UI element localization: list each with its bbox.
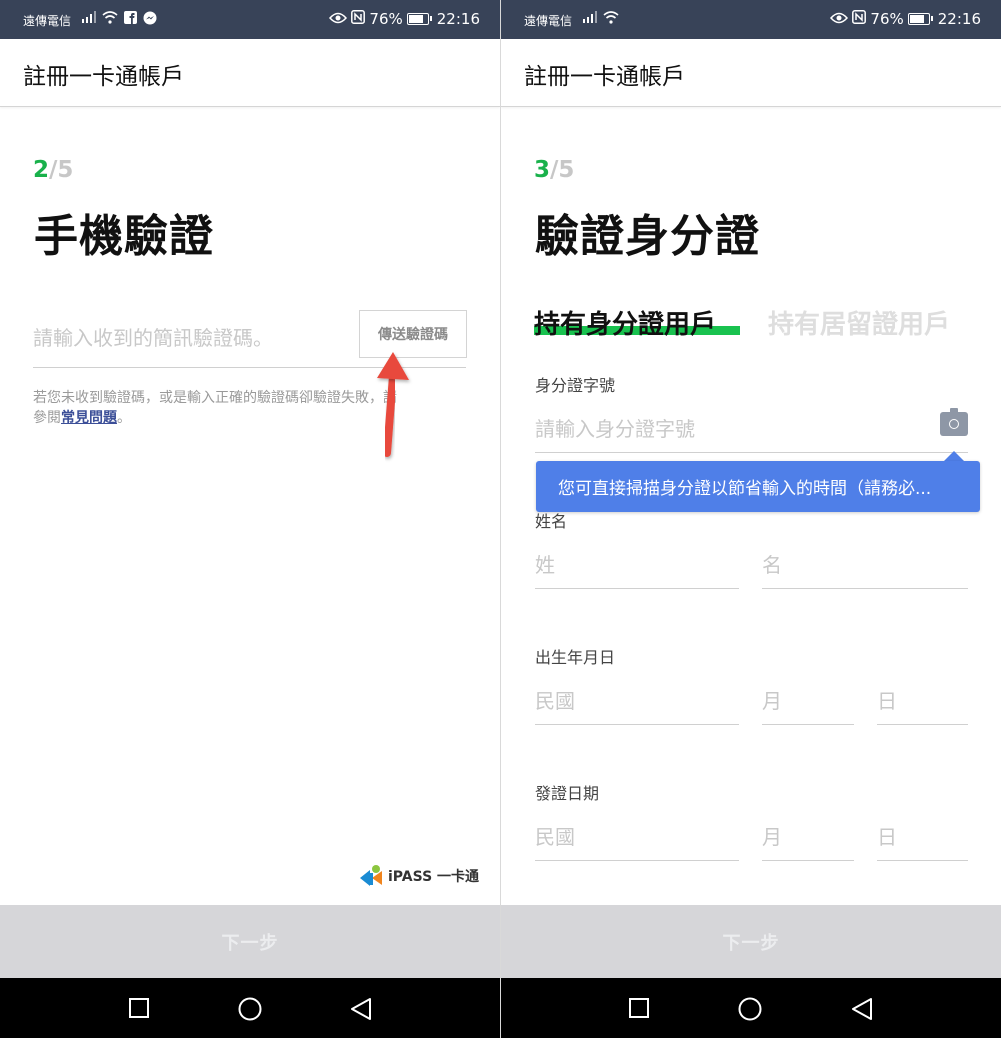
given-name-placeholder: 名 <box>762 553 782 577</box>
app-bar: 註冊一卡通帳戶 <box>501 39 1001 107</box>
red-arrow-annotation <box>377 352 409 457</box>
surname-input[interactable]: 姓 <box>535 542 739 589</box>
recents-icon[interactable] <box>629 998 649 1022</box>
scan-id-tooltip[interactable]: 您可直接掃描身分證以節省輸入的時間（請務必... <box>536 461 980 512</box>
id-verification-screen: 遠傳電信 76% 22:16 註冊一卡通帳戶 3/5 驗證身分證 <box>501 0 1001 1038</box>
page-title: 驗證身分證 <box>535 211 760 262</box>
home-icon[interactable] <box>738 997 762 1025</box>
birth-day-input[interactable]: 日 <box>877 678 968 725</box>
given-name-input[interactable]: 名 <box>762 542 968 589</box>
step-indicator: 2/5 <box>33 157 73 183</box>
verification-code-placeholder: 請輸入收到的簡訊驗證碼。 <box>33 326 273 350</box>
step-total: /5 <box>550 157 575 183</box>
birth-month-placeholder: 月 <box>762 689 782 713</box>
id-number-input[interactable]: 請輸入身分證字號 <box>535 405 968 453</box>
back-icon[interactable] <box>851 997 873 1025</box>
back-icon[interactable] <box>350 997 372 1025</box>
tab-resident-permit-holder[interactable]: 持有居留證用戶 <box>768 304 950 341</box>
help-line1: 若您未收到驗證碼，或是輸入正確的驗證碼卻驗證失敗，請 <box>33 390 397 406</box>
camera-icon[interactable] <box>940 408 968 436</box>
battery-icon <box>406 13 432 25</box>
issue-year-input[interactable]: 民國 <box>535 814 739 861</box>
ipass-logo: iPASS 一卡通 <box>360 865 479 887</box>
next-step-button[interactable]: 下一步 <box>501 905 1001 978</box>
status-bar: 遠傳電信 76% 22:16 <box>501 0 1001 39</box>
carrier-label: 遠傳電信 <box>524 14 573 28</box>
next-step-button[interactable]: 下一步 <box>0 905 500 978</box>
id-number-placeholder: 請輸入身分證字號 <box>535 417 695 441</box>
step-indicator: 3/5 <box>534 157 574 183</box>
eye-comfort-icon <box>329 10 348 28</box>
wifi-icon <box>603 11 619 28</box>
facebook-icon <box>124 11 137 28</box>
nav-bar <box>501 978 1001 1038</box>
issue-day-input[interactable]: 日 <box>877 814 968 861</box>
clock: 22:16 <box>937 10 981 28</box>
birth-day-placeholder: 日 <box>877 689 897 713</box>
status-bar: 遠傳電信 76% 22:16 <box>0 0 500 39</box>
carrier-label: 遠傳電信 <box>23 14 72 28</box>
surname-placeholder: 姓 <box>535 553 555 577</box>
nfc-icon <box>852 10 867 28</box>
wifi-icon <box>102 11 118 28</box>
home-icon[interactable] <box>238 997 262 1025</box>
app-bar-title: 註冊一卡通帳戶 <box>524 64 685 90</box>
ipass-logo-mark <box>360 865 382 886</box>
birth-year-placeholder: 民國 <box>535 689 575 713</box>
id-number-label: 身分證字號 <box>535 376 616 395</box>
help-suffix: 。 <box>117 410 131 426</box>
birth-month-input[interactable]: 月 <box>762 678 854 725</box>
app-bar-title: 註冊一卡通帳戶 <box>23 64 184 90</box>
faq-link[interactable]: 常見問題 <box>61 410 117 426</box>
help-prefix: 參閱 <box>33 410 61 426</box>
issue-year-placeholder: 民國 <box>535 825 575 849</box>
battery-percent: 76% <box>870 10 904 28</box>
tab-id-card-holder[interactable]: 持有身分證用戶 <box>534 304 716 341</box>
phone-verification-screen: 遠傳電信 76% 22:16 註冊一卡通帳戶 2/5 手機驗證 請輸入收到的簡訊… <box>0 0 500 1038</box>
birth-date-label: 出生年月日 <box>535 648 616 667</box>
recents-icon[interactable] <box>129 998 149 1022</box>
birth-year-input[interactable]: 民國 <box>535 678 739 725</box>
battery-icon <box>907 13 933 25</box>
signal-icon <box>583 11 597 27</box>
nav-bar <box>0 978 500 1038</box>
issue-month-input[interactable]: 月 <box>762 814 854 861</box>
nfc-icon <box>351 10 366 28</box>
issue-day-placeholder: 日 <box>877 825 897 849</box>
eye-comfort-icon <box>830 10 849 28</box>
step-total: /5 <box>49 157 74 183</box>
clock: 22:16 <box>436 10 480 28</box>
ipass-logo-text: iPASS 一卡通 <box>388 869 480 885</box>
step-current: 2 <box>33 157 50 183</box>
issue-date-label: 發證日期 <box>535 784 600 803</box>
page-title: 手機驗證 <box>34 211 214 262</box>
signal-icon <box>82 11 96 27</box>
app-bar: 註冊一卡通帳戶 <box>0 39 500 107</box>
messenger-icon <box>143 11 157 29</box>
step-current: 3 <box>534 157 551 183</box>
issue-month-placeholder: 月 <box>762 825 782 849</box>
tooltip-caret <box>944 451 964 461</box>
battery-percent: 76% <box>369 10 403 28</box>
